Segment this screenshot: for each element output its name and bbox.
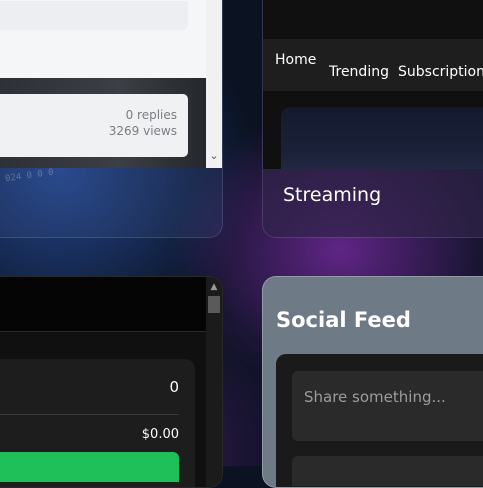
checkout-body: 0 $0.00 bbox=[0, 332, 206, 487]
scrollbar-thumb[interactable] bbox=[208, 296, 220, 313]
checkout-card: 0 $0.00 ▲ bbox=[0, 276, 223, 488]
composer-panel: Share something... bbox=[276, 354, 483, 487]
forum-card: 024 0 0 0 0 replies 3269 views ⌄ bbox=[0, 0, 223, 238]
views-count: 3269 views bbox=[108, 124, 177, 138]
divider bbox=[0, 414, 179, 415]
streaming-nav: Home Trending Subscriptions bbox=[263, 39, 483, 91]
checkout-header bbox=[0, 277, 206, 332]
share-input-placeholder: Share something... bbox=[304, 388, 446, 406]
checkout-button[interactable] bbox=[0, 452, 179, 482]
streaming-topbar bbox=[263, 0, 483, 39]
secondary-input[interactable] bbox=[292, 456, 483, 486]
forum-post-block bbox=[0, 1, 188, 30]
scroll-down-icon[interactable]: ⌄ bbox=[206, 149, 222, 168]
streaming-card: Home Trending Subscriptions Streaming bbox=[262, 0, 483, 238]
checkout-scrollbar[interactable]: ▲ bbox=[206, 277, 222, 487]
streaming-title: Streaming bbox=[283, 184, 382, 206]
social-feed-card: Social Feed Share something... bbox=[262, 276, 483, 488]
scroll-up-icon[interactable]: ▲ bbox=[206, 279, 222, 295]
code-image-decoration: 024 0 0 0 bbox=[4, 167, 55, 185]
streaming-footer: Streaming bbox=[263, 169, 483, 237]
forum-post-area bbox=[0, 0, 206, 78]
video-thumbnail[interactable] bbox=[281, 107, 483, 169]
cart-quantity: 0 bbox=[169, 378, 179, 396]
share-input[interactable]: Share something... bbox=[292, 371, 483, 441]
cart-total: $0.00 bbox=[141, 427, 179, 442]
forum-scrollbar[interactable]: ⌄ bbox=[206, 0, 222, 168]
nav-home-link[interactable]: Home bbox=[275, 52, 316, 68]
nav-trending-link[interactable]: Trending bbox=[329, 64, 389, 80]
replies-count: 0 replies bbox=[125, 108, 177, 122]
nav-subscriptions-link[interactable]: Subscriptions bbox=[398, 64, 483, 80]
cart-summary-panel: 0 $0.00 bbox=[0, 359, 195, 487]
streaming-content bbox=[263, 91, 483, 169]
forum-post-stats[interactable]: 0 replies 3269 views bbox=[0, 94, 188, 157]
social-feed-title: Social Feed bbox=[276, 308, 411, 332]
